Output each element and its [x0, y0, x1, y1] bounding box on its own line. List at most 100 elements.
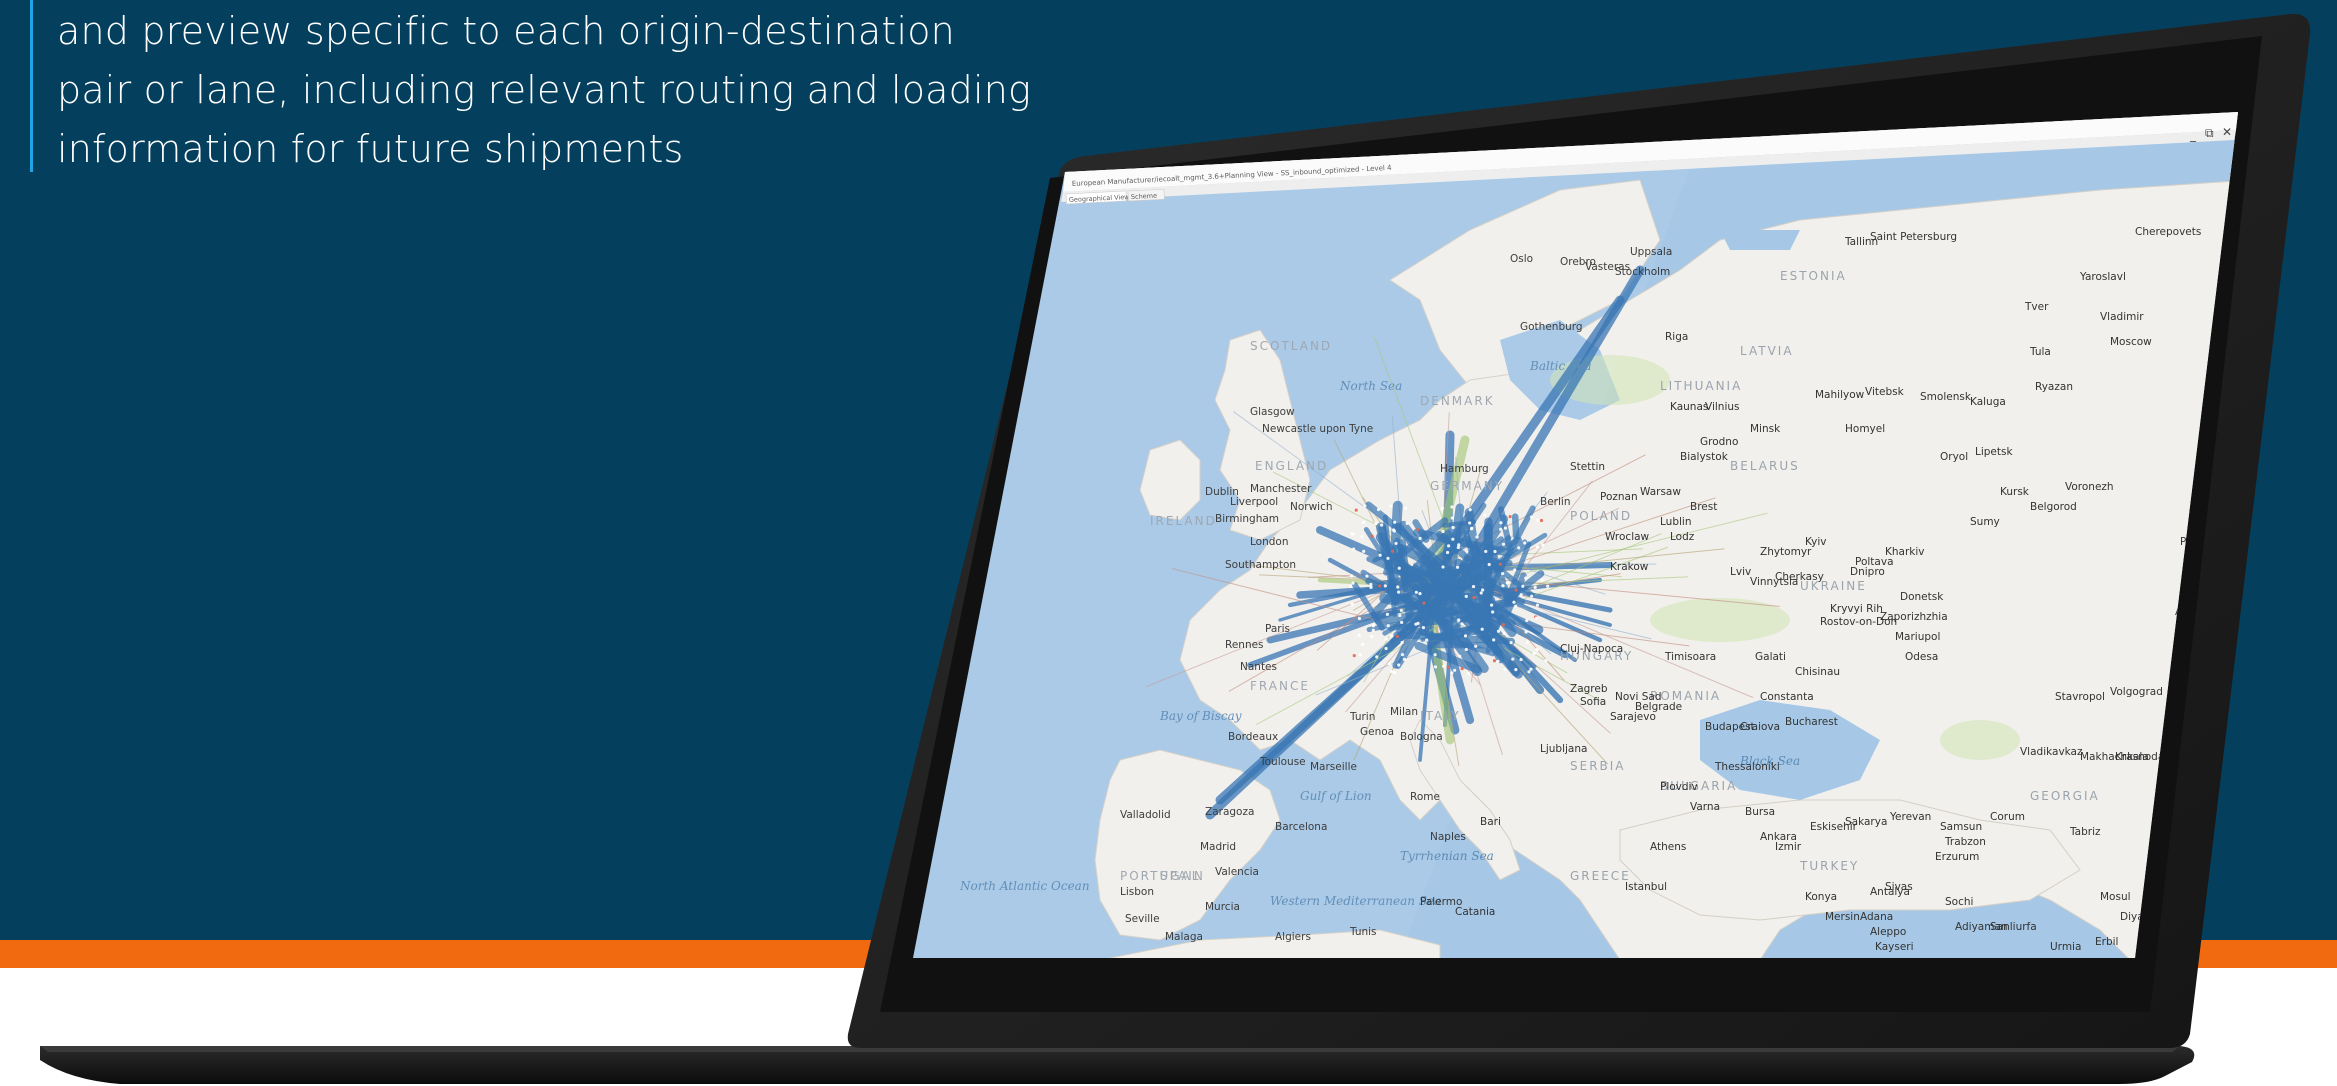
city-label: Bursa: [1745, 806, 1775, 818]
city-label: Thessaloniki: [1714, 761, 1780, 773]
city-label: Lodz: [1670, 531, 1695, 543]
city-label: Sofia: [1580, 696, 1606, 708]
country-label: GEORGIA: [2030, 789, 2100, 803]
location-point: [1534, 616, 1538, 620]
country-label: SERBIA: [1570, 759, 1626, 773]
city-label: Urmia: [2050, 941, 2081, 953]
location-point: [1532, 651, 1536, 655]
city-label: Izmir: [1775, 841, 1802, 853]
city-label: Stavropol: [2055, 691, 2105, 703]
city-label: Mariupol: [1895, 631, 1940, 643]
city-label: Budapest: [1705, 721, 1755, 733]
city-label: Volgograd: [2110, 686, 2163, 698]
city-label: Trabzon: [1944, 836, 1986, 848]
location-point: [1546, 584, 1550, 588]
location-point: [1511, 657, 1515, 661]
location-point: [1544, 659, 1548, 663]
city-label: Sivas: [1885, 881, 1913, 893]
city-label: Warsaw: [1640, 486, 1681, 498]
city-label: Vitebsk: [1865, 386, 1905, 398]
city-label: Tver: [2024, 301, 2049, 313]
city-label: Timisoara: [1664, 651, 1716, 663]
city-label: Vilnius: [1705, 401, 1739, 413]
city-label: Samsun: [1940, 821, 1982, 833]
city-label: Poznan: [1600, 491, 1638, 503]
city-label: Bari: [1480, 816, 1501, 828]
location-point: [1535, 603, 1540, 607]
city-label: Bucharest: [1785, 716, 1838, 728]
city-label: Ljubljana: [1540, 743, 1587, 755]
country-label: LATVIA: [1740, 344, 1794, 358]
close-icon[interactable]: ✕: [2222, 125, 2232, 139]
city-label: Vladikavkaz: [2020, 746, 2083, 758]
city-label: Grodno: [1700, 436, 1738, 448]
city-label: Brest: [1690, 501, 1717, 513]
city-label: Athens: [1650, 841, 1686, 853]
city-label: Belgorod: [2030, 501, 2077, 513]
country-label: POLAND: [1570, 509, 1632, 523]
city-label: Mersin: [1825, 911, 1860, 923]
city-label: Zhytomyr: [1760, 546, 1812, 558]
city-label: Mahilyow: [1815, 389, 1865, 401]
city-label: Donetsk: [1900, 591, 1944, 603]
city-label: Lviv: [1730, 566, 1751, 578]
city-label: Aleppo: [1870, 926, 1906, 938]
restore-icon[interactable]: ⧉: [2205, 126, 2214, 140]
country-label: TURKEY: [1799, 859, 1859, 873]
city-label: Plovdiv: [1660, 781, 1698, 793]
location-point: [1525, 618, 1529, 623]
city-label: Bialystok: [1680, 451, 1729, 463]
city-label: Sochi: [1945, 896, 1973, 908]
country-label: ESTONIA: [1780, 269, 1847, 283]
city-label: Homyel: [1845, 423, 1885, 435]
location-point: [1529, 667, 1533, 671]
city-label: Smolensk: [1920, 391, 1972, 403]
city-label: Galati: [1755, 651, 1786, 663]
city-label: Varna: [1690, 801, 1720, 813]
city-label: Sarajevo: [1610, 711, 1656, 723]
city-label: Oryol: [1940, 451, 1968, 463]
city-label: Kursk: [2000, 486, 2030, 498]
city-label: Vladimir: [2100, 311, 2144, 323]
city-label: Cherkasy: [1775, 571, 1824, 583]
city-label: Rostov-on-Don: [1820, 616, 1897, 628]
city-label: Voronezh: [2065, 481, 2114, 493]
city-label: Erbil: [2095, 936, 2118, 948]
city-label: Lublin: [1660, 516, 1691, 528]
city-label: Krakow: [1610, 561, 1649, 573]
city-label: Konya: [1805, 891, 1837, 903]
city-label: Minsk: [1750, 423, 1781, 435]
country-label: BELARUS: [1730, 459, 1800, 473]
city-label: Kaunas: [1670, 401, 1708, 413]
minimize-icon[interactable]: _: [2189, 128, 2197, 142]
location-point: [1519, 657, 1523, 662]
city-label: Wroclaw: [1605, 531, 1650, 543]
location-point: [1540, 578, 1544, 582]
city-label: Zagreb: [1570, 683, 1608, 695]
city-label: Erzurum: [1935, 851, 1979, 863]
city-label: Lipetsk: [1975, 446, 2013, 458]
city-label: Adiyaman: [1955, 921, 2008, 933]
city-label: Kryvyi Rih: [1830, 603, 1883, 615]
city-label: Constanta: [1760, 691, 1814, 703]
city-label: Poltava: [1855, 556, 1894, 568]
city-label: Tallinn: [1844, 236, 1878, 248]
city-label: Ryazan: [2035, 381, 2073, 393]
city-label: Tabriz: [2069, 826, 2101, 838]
location-point: [1524, 630, 1528, 634]
city-label: Tula: [2029, 346, 2051, 358]
location-point: [1526, 640, 1530, 644]
location-point: [1535, 647, 1539, 652]
city-label: Moscow: [2110, 336, 2152, 348]
location-point: [1527, 670, 1531, 674]
city-label: Catania: [1455, 906, 1495, 918]
laptop-illustration: SCOTLAND IRELAND ENGLAND FRANCE SPAIN IT…: [40, 13, 2311, 1084]
city-label: Riga: [1665, 331, 1688, 343]
city-label: Adana: [1860, 911, 1893, 923]
city-label: Cluj-Napoca: [1560, 643, 1623, 655]
city-label: Corum: [1990, 811, 2025, 823]
city-label: Yaroslavl: [2079, 271, 2126, 283]
country-label: LITHUANIA: [1660, 379, 1742, 393]
city-label: Odesa: [1905, 651, 1938, 663]
city-label: Eskisehir: [1810, 821, 1858, 833]
